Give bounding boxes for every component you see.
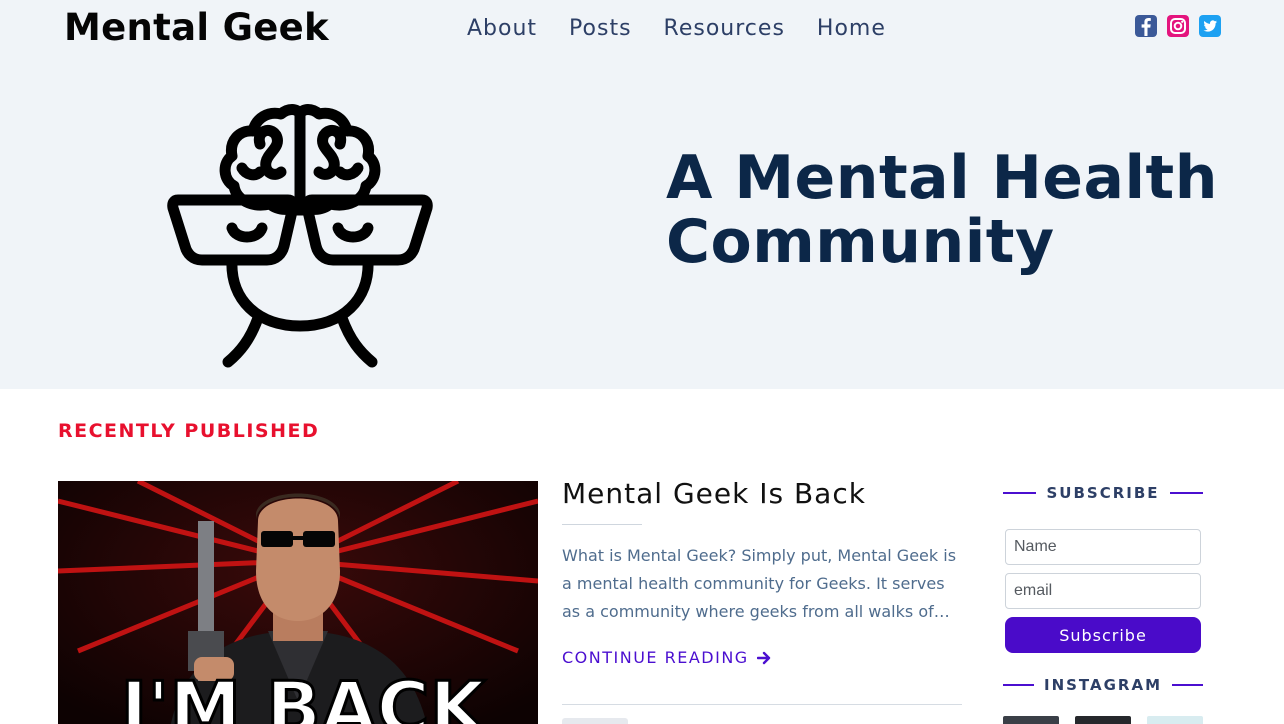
post-thumbnail-caption: I'M BACK (121, 666, 488, 724)
post-title[interactable]: Mental Geek Is Back (562, 477, 866, 510)
heading-line-right (1169, 492, 1203, 494)
heading-line-right (1172, 684, 1203, 686)
main-nav: About Posts Resources Home (467, 16, 918, 41)
email-input[interactable] (1005, 573, 1201, 609)
post-divider (562, 704, 962, 705)
social-links (1135, 15, 1221, 37)
twitter-icon[interactable] (1199, 15, 1221, 37)
heading-line-left (1003, 684, 1034, 686)
subscribe-heading: SUBSCRIBE (1003, 484, 1203, 502)
name-input[interactable] (1005, 529, 1201, 565)
instagram-feed (1003, 716, 1203, 724)
instagram-heading: INSTAGRAM (1003, 676, 1203, 694)
post-thumbnail[interactable]: I'M BACK (58, 481, 538, 724)
continue-reading-link[interactable]: CONTINUE READING (562, 648, 771, 667)
instagram-heading-label: INSTAGRAM (1043, 676, 1162, 694)
next-post-tag (562, 718, 628, 724)
arrow-right-icon (756, 651, 770, 664)
site-logo[interactable]: Mental Geek (64, 6, 329, 49)
subscribe-button[interactable]: Subscribe (1005, 617, 1201, 653)
nav-home[interactable]: Home (817, 16, 886, 41)
facebook-icon[interactable] (1135, 15, 1157, 37)
site-header: Mental Geek About Posts Resources Home A… (0, 0, 1284, 389)
instagram-icon[interactable] (1167, 15, 1189, 37)
heading-line-left (1003, 492, 1037, 494)
post-thumbnail-art: I'M BACK (58, 481, 538, 724)
instagram-thumb[interactable] (1003, 716, 1059, 724)
subscribe-heading-label: SUBSCRIBE (1046, 484, 1160, 502)
nav-about[interactable]: About (467, 16, 537, 41)
nav-resources[interactable]: Resources (664, 16, 785, 41)
instagram-thumb[interactable] (1075, 716, 1131, 724)
post-excerpt: What is Mental Geek? Simply put, Mental … (562, 546, 957, 621)
instagram-thumb[interactable] (1147, 716, 1203, 724)
nav-posts[interactable]: Posts (569, 16, 632, 41)
post-title-underline (562, 524, 642, 525)
continue-reading-label: CONTINUE READING (562, 648, 749, 667)
hero-title: A Mental Health Community (666, 143, 1218, 277)
section-label-recent: RECENTLY PUBLISHED (58, 420, 320, 442)
brain-geek-glasses-icon (167, 104, 433, 368)
